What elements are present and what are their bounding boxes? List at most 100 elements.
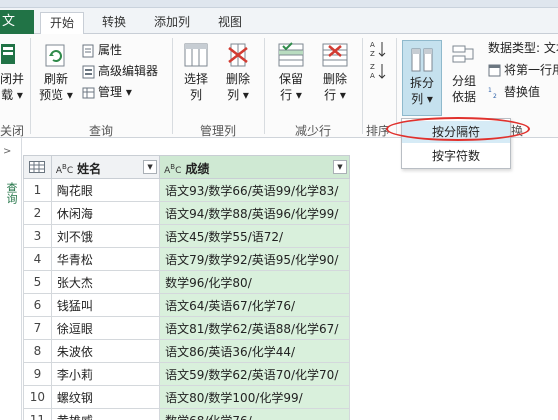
cell-name[interactable]: 陶花眼 bbox=[50, 178, 161, 202]
refresh-preview-button[interactable]: 刷新 预览 ▾ bbox=[36, 42, 76, 103]
tab-home[interactable]: 开始 bbox=[40, 12, 84, 35]
table-row: 2 休闲海 语文94/数学88/英语96/化学99/ bbox=[23, 201, 350, 225]
table-icon bbox=[29, 161, 46, 173]
ribbon-tab-row: 文 开始 转换 添加列 视图 bbox=[0, 8, 558, 35]
row-number: 11 bbox=[23, 408, 52, 420]
use-first-row-button[interactable]: 将第一行用 bbox=[488, 62, 558, 78]
keep-rows-button[interactable]: 保留 行 ▾ bbox=[272, 42, 310, 103]
row-number: 2 bbox=[23, 201, 52, 225]
refresh-icon bbox=[45, 44, 65, 67]
group-separator bbox=[396, 38, 397, 134]
cell-score[interactable]: 语文94/数学88/英语96/化学99/ bbox=[159, 201, 350, 225]
table-row: 8 朱波依 语文86/英语36/化学44/ bbox=[23, 339, 350, 363]
cell-score[interactable]: 数学96/化学80/ bbox=[159, 270, 350, 294]
split-column-label-bottom: 列 ▾ bbox=[411, 92, 433, 106]
row-number: 4 bbox=[23, 247, 52, 271]
manage-button[interactable]: 管理 ▾ bbox=[82, 84, 132, 100]
advanced-editor-label: 高级编辑器 bbox=[98, 64, 159, 78]
sort-descending-icon: ZA bbox=[370, 63, 386, 80]
cell-name[interactable]: 钱猛叫 bbox=[50, 293, 161, 317]
remove-rows-label-top: 删除 bbox=[322, 72, 347, 86]
cell-name[interactable]: 螺纹钢 bbox=[50, 385, 161, 409]
cell-score[interactable]: 语文80/数学100/化学99/ bbox=[159, 385, 350, 409]
queries-pane-collapsed[interactable]: > 查询 bbox=[0, 138, 22, 420]
advanced-editor-button[interactable]: 高级编辑器 bbox=[82, 63, 158, 79]
close-apply-icon bbox=[1, 44, 15, 64]
remove-columns-button[interactable]: 删除 列 ▾ bbox=[220, 42, 256, 103]
replace-values-label: 替换值 bbox=[504, 85, 541, 99]
table-row: 1 陶花眼 语文93/数学66/英语99/化学83/ bbox=[23, 178, 350, 202]
advanced-editor-icon bbox=[82, 65, 95, 78]
svg-text:2: 2 bbox=[493, 93, 497, 99]
group-label-reduce-rows: 减少行 bbox=[294, 124, 331, 138]
cell-name[interactable]: 李小莉 bbox=[50, 362, 161, 386]
filter-dropdown-icon[interactable]: ▼ bbox=[333, 159, 347, 174]
close-apply-label-bottom: 载 ▾ bbox=[1, 88, 23, 102]
sort-ascending-button[interactable]: AZ bbox=[370, 40, 386, 62]
properties-button[interactable]: 属性 bbox=[82, 42, 122, 58]
cell-score[interactable]: 语文81/数学62/英语88/化学67/ bbox=[159, 316, 350, 340]
text-type-icon[interactable]: ABC bbox=[56, 157, 73, 182]
filter-dropdown-icon[interactable]: ▼ bbox=[143, 159, 158, 174]
properties-icon bbox=[82, 44, 94, 57]
cell-score[interactable]: 数学68/化学76/ bbox=[159, 408, 350, 420]
grid-corner[interactable] bbox=[23, 155, 52, 179]
remove-columns-label-top: 删除 bbox=[225, 72, 250, 86]
svg-text:Z: Z bbox=[370, 50, 375, 58]
sort-descending-button[interactable]: ZA bbox=[370, 62, 386, 84]
split-column-button[interactable]: 拆分 列 ▾ bbox=[402, 40, 442, 116]
cell-name[interactable]: 张大杰 bbox=[50, 270, 161, 294]
cell-score[interactable]: 语文93/数学66/英语99/化学83/ bbox=[159, 178, 350, 202]
refresh-label-top: 刷新 bbox=[43, 72, 68, 86]
keep-rows-label-top: 保留 bbox=[278, 72, 303, 86]
group-by-button[interactable]: 分组 依据 bbox=[446, 42, 482, 105]
svg-text:Z: Z bbox=[370, 63, 375, 71]
replace-values-button[interactable]: 1 2 替换值 bbox=[488, 84, 540, 100]
row-number: 8 bbox=[23, 339, 52, 363]
svg-text:A: A bbox=[370, 72, 375, 80]
text-type-icon[interactable]: ABC bbox=[164, 157, 181, 182]
manage-icon bbox=[82, 87, 95, 98]
cell-name[interactable]: 华青松 bbox=[50, 247, 161, 271]
expand-chevron-icon[interactable]: > bbox=[3, 146, 11, 157]
tab-file[interactable]: 文 bbox=[0, 10, 34, 34]
choose-columns-label-top: 选择 bbox=[183, 72, 208, 86]
tab-transform[interactable]: 转换 bbox=[94, 12, 134, 35]
cell-name[interactable]: 黄雄威 bbox=[50, 408, 161, 420]
tab-view[interactable]: 视图 bbox=[212, 12, 248, 35]
choose-columns-button[interactable]: 选择 列 bbox=[178, 42, 214, 103]
choose-columns-label-bottom: 列 bbox=[189, 88, 202, 102]
table-row: 11黄雄威数学68/化学76/ bbox=[23, 408, 350, 420]
cell-name[interactable]: 朱波依 bbox=[50, 339, 161, 363]
table-row: 9 李小莉 语文59/数学62/英语70/化学70/ bbox=[23, 362, 350, 386]
menu-item-by-char-count[interactable]: 按字符数 bbox=[402, 145, 510, 167]
group-by-label-bottom: 依据 bbox=[451, 90, 476, 104]
remove-rows-icon bbox=[322, 43, 348, 67]
group-by-icon bbox=[452, 45, 474, 63]
group-separator bbox=[362, 38, 363, 134]
cell-score[interactable]: 语文59/数学62/英语70/化学70/ bbox=[159, 362, 350, 386]
group-label-manage-columns: 管理列 bbox=[199, 124, 236, 138]
column-header-score[interactable]: ABC 成绩 ▼ bbox=[159, 155, 350, 182]
group-separator bbox=[172, 38, 173, 134]
annotation-red-ellipse bbox=[386, 117, 530, 141]
remove-rows-button[interactable]: 删除 行 ▾ bbox=[316, 42, 354, 103]
group-label-query: 查询 bbox=[88, 124, 113, 138]
data-type-dropdown[interactable]: 数据类型: 文本 bbox=[488, 40, 558, 56]
group-label-close: 关闭 bbox=[0, 124, 25, 138]
cell-name[interactable]: 休闲海 bbox=[50, 201, 161, 225]
tab-add-column[interactable]: 添加列 bbox=[146, 12, 198, 35]
close-apply-button[interactable]: 闭并 载 ▾ bbox=[0, 42, 24, 103]
group-by-label-top: 分组 bbox=[451, 74, 476, 88]
cell-name[interactable]: 刘不饿 bbox=[50, 224, 161, 248]
cell-score[interactable]: 语文79/数学92/英语95/化学90/ bbox=[159, 247, 350, 271]
cell-name[interactable]: 徐逗眼 bbox=[50, 316, 161, 340]
column-name: 成绩 bbox=[185, 161, 210, 176]
cell-score[interactable]: 语文45/数学55/语72/ bbox=[159, 224, 350, 248]
column-header-name[interactable]: ABC 姓名 ▼ bbox=[50, 155, 161, 182]
sort-ascending-icon: AZ bbox=[370, 41, 386, 58]
keep-rows-icon bbox=[278, 42, 304, 67]
cell-score[interactable]: 语文86/英语36/化学44/ bbox=[159, 339, 350, 363]
cell-score[interactable]: 语文64/英语67/化学76/ bbox=[159, 293, 350, 317]
data-type-label: 数据类型: 文本 bbox=[488, 41, 558, 55]
